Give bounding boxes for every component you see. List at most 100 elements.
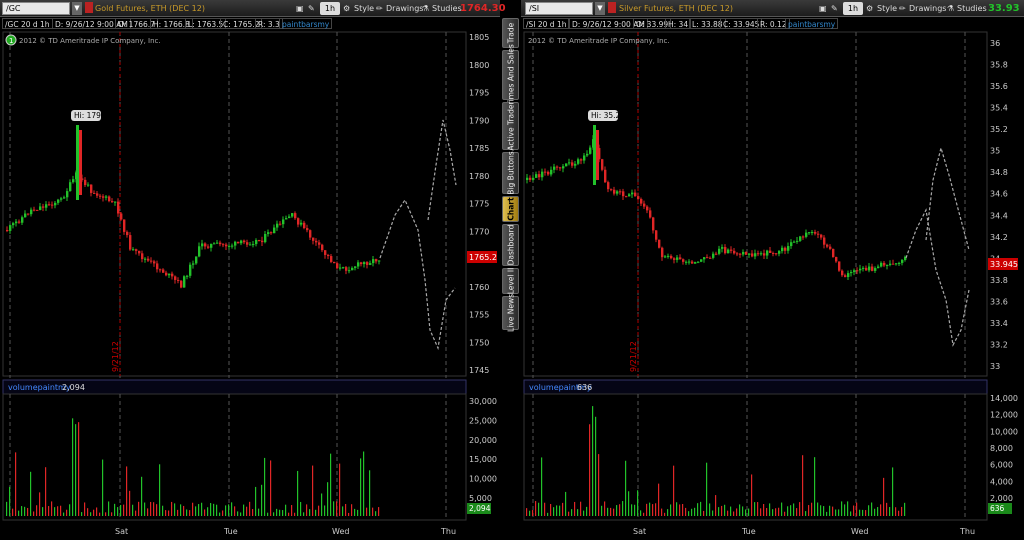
candle-body bbox=[787, 246, 790, 251]
volume-bar bbox=[685, 507, 687, 516]
candle-body bbox=[309, 230, 312, 238]
volume-tag-label: 636 bbox=[990, 504, 1005, 513]
candle-body bbox=[219, 242, 222, 245]
candle-body bbox=[898, 262, 901, 264]
gold-chart-canvas[interactable]: 9/21/12 1805 1800 1795 1790 1785 1780 1775 1770 1… bbox=[0, 0, 500, 540]
candle-body bbox=[114, 201, 117, 203]
side-tab-times-and-sales[interactable]: Times And Sales bbox=[502, 44, 519, 106]
volume-bar bbox=[303, 512, 305, 516]
candle-body bbox=[712, 253, 715, 258]
candle-body bbox=[246, 242, 249, 245]
candle-body bbox=[156, 263, 159, 270]
side-tab-level-ii[interactable]: Level II bbox=[502, 268, 519, 294]
candle-body bbox=[823, 237, 826, 245]
candle-body bbox=[844, 275, 847, 278]
candle-body bbox=[691, 261, 694, 264]
volume-bar bbox=[700, 501, 702, 516]
volume-bar bbox=[637, 490, 639, 516]
volume-axis-label: 8,000 bbox=[990, 444, 1013, 453]
side-tab-label: Big Buttons bbox=[506, 151, 515, 195]
candle-body bbox=[574, 163, 577, 166]
candle-body bbox=[249, 244, 252, 246]
candle-body bbox=[123, 219, 126, 232]
candle-body bbox=[90, 184, 93, 193]
candle-body bbox=[228, 245, 231, 247]
price-axis-label: 33.6 bbox=[990, 297, 1008, 306]
candle-body bbox=[79, 130, 82, 195]
candle-body bbox=[285, 218, 288, 220]
side-tab-live-news[interactable]: Live News bbox=[502, 294, 519, 332]
volume-bar bbox=[252, 509, 254, 516]
volume-bar bbox=[577, 509, 579, 516]
volume-bar bbox=[787, 506, 789, 516]
projection-line bbox=[905, 208, 970, 347]
candle-body bbox=[141, 253, 144, 260]
volume-bar bbox=[688, 511, 690, 516]
candle-body bbox=[790, 242, 793, 247]
candle-body bbox=[369, 263, 372, 265]
candle-body bbox=[880, 262, 883, 267]
volume-bar bbox=[553, 507, 555, 516]
price-axis-label: 35 bbox=[990, 147, 1000, 156]
price-axis-label: 34.6 bbox=[990, 190, 1008, 199]
volume-bar bbox=[366, 507, 368, 516]
candle-body bbox=[616, 191, 619, 194]
volume-bar bbox=[541, 457, 543, 516]
volume-bar bbox=[207, 507, 209, 516]
candle-body bbox=[210, 243, 213, 248]
volume-bar bbox=[739, 504, 741, 516]
side-tab-active-trader[interactable]: Active Trader bbox=[502, 101, 519, 151]
candle-body bbox=[96, 193, 99, 196]
side-tab-dashboard[interactable]: Dashboard bbox=[502, 224, 519, 266]
candle-body bbox=[593, 125, 596, 185]
volume-bar bbox=[249, 501, 251, 516]
volume-bar bbox=[243, 504, 245, 516]
volume-bar bbox=[901, 506, 903, 516]
volume-bar bbox=[9, 486, 11, 516]
candle-body bbox=[625, 196, 628, 198]
volume-axis-label: 15,000 bbox=[469, 455, 497, 464]
volume-tag-label: 2,094 bbox=[469, 504, 491, 513]
candle-body bbox=[57, 199, 60, 203]
volume-bar bbox=[357, 509, 359, 516]
volume-bar bbox=[571, 509, 573, 516]
candle-body bbox=[697, 261, 700, 263]
volume-bar bbox=[126, 466, 128, 516]
candle-body bbox=[805, 232, 808, 237]
candle-body bbox=[87, 184, 90, 186]
volume-bar bbox=[718, 507, 720, 516]
volume-bar bbox=[835, 509, 837, 516]
candle-body bbox=[192, 263, 195, 265]
candle-body bbox=[126, 231, 129, 236]
volume-bar bbox=[802, 455, 804, 516]
price-axis-label: 34.8 bbox=[990, 168, 1008, 177]
volume-axis-label: 25,000 bbox=[469, 416, 497, 425]
candle-body bbox=[345, 267, 348, 271]
side-tab-chart[interactable]: Chart bbox=[502, 196, 519, 222]
projection-line bbox=[379, 198, 456, 351]
volume-bar bbox=[574, 501, 576, 516]
silver-chart-canvas[interactable]: 9/21/12 36 35.8 35.6 35.4 35.2 35 34.8 34.6 34.4 3… bbox=[521, 0, 1024, 540]
candle-body bbox=[231, 245, 234, 247]
volume-bar bbox=[51, 501, 53, 516]
candle-body bbox=[66, 191, 69, 198]
candle-body bbox=[769, 250, 772, 254]
candle-body bbox=[862, 267, 865, 269]
volume-bar bbox=[838, 509, 840, 516]
volume-bar bbox=[727, 510, 729, 516]
volume-bar bbox=[823, 506, 825, 516]
volume-bar bbox=[784, 511, 786, 516]
volume-bar bbox=[111, 512, 113, 516]
volume-bar bbox=[664, 512, 666, 516]
volume-bar bbox=[24, 506, 26, 516]
side-tab-big-buttons[interactable]: Big Buttons bbox=[502, 151, 519, 195]
price-axis-label: 1745 bbox=[469, 366, 489, 375]
candle-body bbox=[264, 233, 267, 243]
candle-body bbox=[120, 213, 123, 220]
volume-bar bbox=[159, 464, 161, 516]
candle-body bbox=[153, 261, 156, 264]
volume-bar bbox=[655, 503, 657, 516]
candle-body bbox=[661, 247, 664, 258]
volume-axis-label: 10,000 bbox=[469, 475, 497, 484]
candle-body bbox=[174, 276, 177, 280]
